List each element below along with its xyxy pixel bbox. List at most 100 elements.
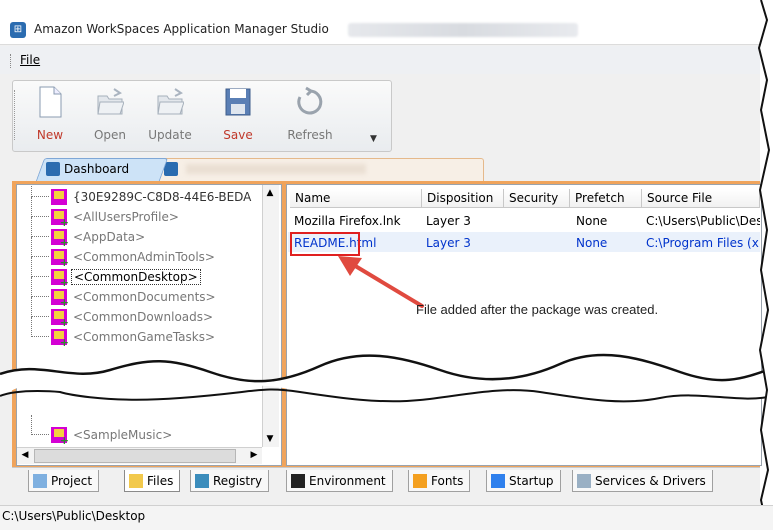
column-header-name[interactable]: Name	[290, 189, 422, 208]
folder-icon	[51, 229, 69, 249]
toolbar-grip[interactable]	[14, 90, 17, 140]
column-header-security[interactable]: Security	[504, 189, 570, 208]
tree-connector	[31, 256, 49, 257]
tree-connector	[31, 297, 32, 317]
column-header-source-file[interactable]: Source File	[642, 189, 760, 208]
scroll-left-icon[interactable]: ◀	[17, 447, 33, 463]
tree-connector	[31, 434, 49, 435]
update-folder-icon	[157, 88, 184, 115]
folder-tree[interactable]: {30E9289C-C8D8-44E6-BEDA <AllUsersProfile…	[16, 184, 282, 466]
menu-file-label: File	[20, 53, 41, 67]
status-path: C:\Users\Public\Desktop	[2, 509, 146, 523]
cell-prefetch: None	[576, 236, 608, 250]
tree-item-label: <AppData>	[73, 230, 146, 244]
tree-connector	[31, 257, 32, 277]
tab-fonts[interactable]: Fonts	[408, 470, 471, 492]
scroll-thumb[interactable]	[34, 449, 236, 463]
update-button-label: Update	[148, 128, 192, 142]
tree-item[interactable]: <AllUsersProfile>	[17, 197, 277, 229]
tab-services-drivers[interactable]: Services & Drivers	[572, 470, 713, 492]
tree-connector	[31, 336, 49, 337]
tab-registry-label: Registry	[213, 474, 263, 488]
tree-item[interactable]: <CommonDocuments>	[17, 277, 277, 309]
menu-file[interactable]: File	[20, 53, 40, 67]
tab-environment-label: Environment	[309, 474, 386, 488]
table-row[interactable]: Mozilla Firefox.lnk Layer 3 None C:\User…	[288, 210, 760, 230]
tab-fonts-label: Fonts	[431, 474, 464, 488]
tree-item-label: <CommonDocuments>	[73, 290, 216, 304]
app-icon: ⊞	[10, 22, 26, 38]
tree-item[interactable]: <CommonDesktop>	[17, 257, 277, 289]
tree-item-label: <AllUsersProfile>	[73, 210, 179, 224]
toolbar-overflow-icon[interactable]: ▼	[370, 134, 380, 144]
folder-icon	[51, 427, 69, 447]
tab-project[interactable]: Project	[28, 470, 100, 492]
tree-connector	[31, 317, 32, 337]
refresh-button-label: Refresh	[287, 128, 333, 142]
fonts-icon	[413, 474, 427, 488]
tab-dashboard-label: Dashboard	[64, 162, 130, 176]
tree-item-label: <CommonDownloads>	[73, 310, 214, 324]
tree-item[interactable]: <CommonAdminTools>	[17, 237, 277, 269]
tree-connector	[31, 217, 32, 237]
callout-text: File added after the package was created…	[416, 302, 659, 317]
save-button[interactable]: Save	[210, 80, 266, 150]
torn-edge	[0, 353, 773, 407]
tree-connector	[31, 277, 32, 297]
folder-icon	[51, 209, 69, 229]
tree-connector	[31, 197, 32, 217]
scroll-up-icon[interactable]: ▲	[262, 185, 278, 201]
cell-name: Mozilla Firefox.lnk	[294, 214, 401, 228]
column-header-prefetch[interactable]: Prefetch	[570, 189, 642, 208]
folder-icon	[51, 309, 69, 329]
tree-item-label: <CommonGameTasks>	[73, 330, 216, 344]
menu-grip	[10, 54, 13, 68]
tree-item[interactable]: <CommonGameTasks>	[17, 317, 277, 349]
registry-icon	[195, 474, 209, 488]
tree-item[interactable]: <CommonDownloads>	[17, 297, 277, 329]
tab-startup[interactable]: Startup	[486, 470, 561, 492]
tree-connector	[31, 296, 49, 297]
tree-item[interactable]: {30E9289C-C8D8-44E6-BEDA	[17, 185, 277, 207]
project-icon	[33, 474, 47, 488]
tree-item[interactable]: <SampleMusic>	[17, 415, 277, 447]
tab-files[interactable]: Files	[124, 470, 181, 492]
tab-project-label: Project	[51, 474, 93, 488]
tree-item[interactable]: <AppData>	[17, 217, 277, 249]
environment-icon	[291, 474, 305, 488]
tab-environment[interactable]: Environment	[286, 470, 393, 492]
services-gear-icon	[577, 474, 591, 488]
tree-item-label: <CommonAdminTools>	[73, 250, 215, 264]
folder-icon	[51, 249, 69, 269]
refresh-icon	[297, 86, 323, 115]
tree-connector	[31, 316, 49, 317]
tree-connector	[31, 236, 49, 237]
dashboard-tab-icon	[46, 162, 60, 176]
torn-right-edge	[757, 0, 773, 529]
tab-registry[interactable]: Registry	[190, 470, 270, 492]
save-disk-icon	[225, 88, 251, 116]
refresh-button[interactable]: Refresh	[282, 80, 338, 150]
tree-connector	[31, 415, 32, 435]
new-button[interactable]: New	[22, 80, 78, 150]
title-redaction	[348, 23, 578, 37]
callout-arrow	[338, 256, 424, 308]
folder-icon	[129, 474, 143, 488]
menu-bar	[0, 46, 760, 74]
tab-files-label: Files	[147, 474, 174, 488]
tree-connector	[31, 196, 49, 197]
tree-item-label: {30E9289C-C8D8-44E6-BEDA	[73, 190, 252, 204]
startup-icon	[491, 474, 505, 488]
column-header-disposition[interactable]: Disposition	[422, 189, 504, 208]
update-button[interactable]: Update	[142, 80, 198, 150]
scroll-down-icon[interactable]: ▼	[262, 431, 278, 447]
folder-icon	[51, 289, 69, 309]
folder-icon	[51, 329, 69, 349]
package-tab-icon	[164, 162, 178, 176]
save-button-label: Save	[223, 128, 253, 142]
folder-icon	[51, 269, 69, 289]
tree-connector	[31, 216, 49, 217]
tree-item-label: <CommonDesktop>	[71, 269, 201, 285]
open-button[interactable]: Open	[82, 80, 138, 150]
scroll-right-icon[interactable]: ▶	[246, 447, 262, 463]
